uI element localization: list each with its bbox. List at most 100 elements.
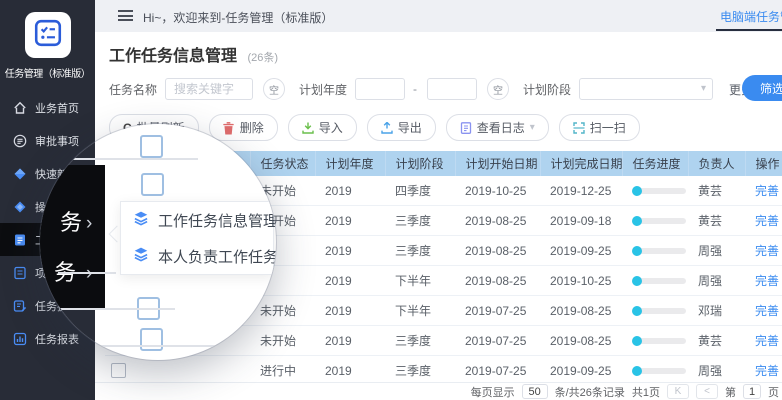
top-bar: Hi~，欢迎来到-任务管理（标准版） 电脑端任务管理: [95, 0, 782, 32]
owner-cell: 周强: [688, 236, 745, 266]
plan-end-date-cell: 2019-10-25: [540, 266, 622, 296]
magnified-row-divider: [60, 308, 175, 310]
page-prefix-label: 第: [725, 384, 736, 400]
plan-start-date-cell: 2019-07-25: [455, 296, 540, 326]
approval-icon: [13, 134, 27, 148]
current-page-input[interactable]: 1: [743, 384, 761, 399]
plan-stage-cell: 三季度: [385, 236, 455, 266]
task-name-cell: [135, 356, 250, 386]
plan-stage-cell: 三季度: [385, 206, 455, 236]
plan-stage-cell: 三季度: [385, 326, 455, 356]
record-count-badge: (26条): [247, 52, 278, 64]
task-progress-cell: [622, 296, 688, 326]
column-header: 任务状态: [250, 151, 315, 176]
column-header: 计划年度: [315, 151, 385, 176]
plan-year-to-input[interactable]: [427, 78, 477, 100]
tab-pc-task-management[interactable]: 电脑端任务管理: [720, 8, 782, 25]
filter-submit-button[interactable]: 筛选: [742, 75, 782, 101]
prev-page-button[interactable]: <: [696, 384, 718, 399]
tab-active-indicator: [716, 29, 782, 31]
owner-cell: 黄芸: [688, 206, 745, 236]
plan-stage-select[interactable]: [579, 78, 713, 100]
plan-stage-cell: 四季度: [385, 176, 455, 206]
magnified-checkbox: [140, 135, 163, 158]
delete-button[interactable]: 删除: [209, 114, 278, 141]
progress-track: [634, 278, 686, 284]
welcome-text: Hi~，欢迎来到-任务管理（标准版）: [143, 9, 333, 26]
plan-end-date-cell: 2019-09-25: [540, 356, 622, 386]
column-header: 计划阶段: [385, 151, 455, 176]
improve-link[interactable]: 完善: [755, 304, 779, 318]
plan-end-date-cell: 2019-12-25: [540, 176, 622, 206]
sidebar-item-business-home[interactable]: 业务首页: [0, 91, 95, 124]
home-icon: [13, 101, 27, 115]
improve-link[interactable]: 完善: [755, 364, 779, 378]
improve-link[interactable]: 完善: [755, 244, 779, 258]
hamburger-menu-icon[interactable]: [118, 10, 133, 21]
plan-start-date-cell: 2019-08-25: [455, 236, 540, 266]
submenu-item-work-task-info[interactable]: 工作任务信息管理: [121, 202, 273, 238]
row-checkbox[interactable]: [111, 363, 126, 378]
checklist-logo-icon: [33, 18, 63, 53]
progress-track: [634, 188, 686, 194]
actions-cell: 完善: [745, 266, 782, 296]
column-header: 任务进度: [622, 151, 688, 176]
per-page-input[interactable]: 50: [522, 384, 548, 399]
task-name-input[interactable]: [165, 78, 253, 100]
export-button[interactable]: 导出: [367, 114, 436, 141]
plan-year-cell: 2019: [315, 356, 385, 386]
scan-button[interactable]: 扫一扫: [559, 114, 640, 141]
empty-filter-button[interactable]: 空: [263, 78, 285, 100]
plan-end-date-cell: 2019-09-18: [540, 206, 622, 236]
improve-link[interactable]: 完善: [755, 334, 779, 348]
improve-link[interactable]: 完善: [755, 274, 779, 288]
scan-icon: [573, 122, 585, 134]
magnified-active-item-bg: [40, 165, 105, 310]
progress-track: [634, 338, 686, 344]
first-page-button[interactable]: K: [667, 384, 689, 399]
task-management-app: Hi~，欢迎来到-任务管理（标准版） 电脑端任务管理 工作任务信息管理 (26条…: [0, 0, 782, 400]
plan-year-label: 计划年度: [299, 81, 347, 98]
log-document-icon: [460, 122, 472, 134]
improve-link[interactable]: 完善: [755, 184, 779, 198]
app-name: 任务管理（标准版）: [0, 65, 95, 80]
progress-dot: [632, 366, 642, 376]
progress-dot: [632, 186, 642, 196]
plan-stage-cell: 下半年: [385, 266, 455, 296]
task-progress-cell: [622, 326, 688, 356]
owner-cell: 周强: [688, 266, 745, 296]
report-icon: [13, 332, 27, 346]
project-icon: [13, 266, 27, 280]
view-log-button[interactable]: 查看日志: [446, 114, 549, 141]
progress-dot: [632, 216, 642, 226]
progress-dot: [632, 276, 642, 286]
total-pages-label: 共1页: [632, 384, 660, 400]
quick-create-icon: [13, 167, 27, 181]
owner-cell: 邓瑞: [688, 296, 745, 326]
plan-end-date-cell: 2019-08-25: [540, 296, 622, 326]
plan-year-cell: 2019: [315, 296, 385, 326]
task-name-label: 任务名称: [109, 81, 157, 98]
actions-cell: 完善: [745, 236, 782, 266]
owner-cell: 周强: [688, 356, 745, 386]
improve-link[interactable]: 完善: [755, 214, 779, 228]
progress-track: [634, 248, 686, 254]
range-separator: -: [413, 82, 417, 96]
magnified-checkbox: [141, 173, 164, 196]
total-records-label: 条/共26条记录: [555, 384, 625, 400]
table-row: 进行中2019三季度2019-07-252019-09-25周强完善: [105, 356, 782, 386]
actions-cell: 完善: [745, 356, 782, 386]
progress-dot: [632, 336, 642, 346]
plan-year-from-input[interactable]: [355, 78, 405, 100]
progress-track: [634, 368, 686, 374]
work-task-icon: [13, 233, 27, 247]
submenu-popup: 工作任务信息管理 本人负责工作任务: [120, 201, 274, 275]
magnified-row-divider: [58, 272, 116, 274]
empty-filter-button[interactable]: 空: [487, 78, 509, 100]
plan-year-cell: 2019: [315, 266, 385, 296]
filter-bar: 任务名称 空 计划年度 - 空 计划阶段 更多 筛选: [109, 77, 782, 101]
task-status-cell: 未开始: [250, 326, 315, 356]
app-logo: [25, 12, 71, 58]
import-button[interactable]: 导入: [288, 114, 357, 141]
submenu-item-my-work-tasks[interactable]: 本人负责工作任务: [121, 238, 273, 274]
